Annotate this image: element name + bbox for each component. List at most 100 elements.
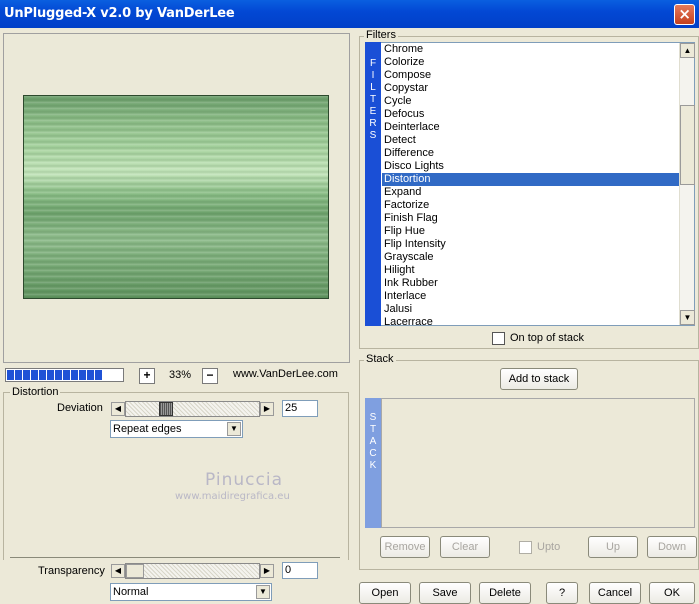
banner-letter: T bbox=[369, 424, 377, 435]
transparency-right-arrow-icon[interactable]: ▶ bbox=[260, 564, 274, 578]
add-to-stack-button[interactable]: Add to stack bbox=[500, 368, 578, 390]
banner-letter: I bbox=[371, 70, 375, 81]
deviation-input[interactable]: 25 bbox=[282, 400, 318, 417]
stack-group-label: Stack bbox=[364, 353, 396, 365]
zoom-in-button[interactable]: + bbox=[139, 368, 155, 384]
filter-item[interactable]: Chrome bbox=[382, 43, 679, 56]
deviation-slider-thumb[interactable] bbox=[159, 402, 173, 416]
distortion-group bbox=[3, 392, 349, 560]
filter-item[interactable]: Flip Intensity bbox=[382, 238, 679, 251]
filter-scrollbar[interactable]: ▲ ▼ bbox=[679, 43, 695, 325]
progress-segment bbox=[71, 370, 78, 380]
clear-button[interactable]: Clear bbox=[440, 536, 490, 558]
watermark-name: Pinuccia bbox=[205, 470, 283, 490]
filter-item[interactable]: Copystar bbox=[382, 82, 679, 95]
help-button[interactable]: ? bbox=[546, 582, 578, 604]
upto-checkbox[interactable] bbox=[519, 541, 532, 554]
transparency-label: Transparency bbox=[38, 565, 105, 577]
scroll-down-icon[interactable]: ▼ bbox=[680, 310, 695, 325]
stack-list[interactable] bbox=[381, 398, 695, 528]
deviation-label: Deviation bbox=[57, 402, 103, 414]
down-button[interactable]: Down bbox=[647, 536, 697, 558]
filter-item[interactable]: Factorize bbox=[382, 199, 679, 212]
filter-item[interactable]: Finish Flag bbox=[382, 212, 679, 225]
delete-button[interactable]: Delete bbox=[479, 582, 531, 604]
filters-group-label: Filters bbox=[364, 29, 398, 41]
progress-segment bbox=[31, 370, 38, 380]
filter-item[interactable]: Compose bbox=[382, 69, 679, 82]
banner-letter: F bbox=[369, 58, 377, 69]
up-button[interactable]: Up bbox=[588, 536, 638, 558]
progress-segment bbox=[95, 370, 102, 380]
on-top-checkbox[interactable] bbox=[492, 332, 505, 345]
filter-list[interactable]: Chrome Colorize Compose Copystar Cycle Defocu… bbox=[382, 43, 679, 329]
banner-letter: R bbox=[369, 118, 377, 129]
filter-item[interactable]: Deinterlace bbox=[382, 121, 679, 134]
filters-banner: FILTERS bbox=[365, 42, 381, 326]
transparency-input[interactable]: 0 bbox=[282, 562, 318, 579]
progress-segment bbox=[47, 370, 54, 380]
progress-segment bbox=[63, 370, 70, 380]
filter-item[interactable]: Ink Rubber bbox=[382, 277, 679, 290]
save-button[interactable]: Save bbox=[419, 582, 471, 604]
filter-item[interactable]: Difference bbox=[382, 147, 679, 160]
filter-item[interactable]: Colorize bbox=[382, 56, 679, 69]
banner-letter: C bbox=[369, 448, 377, 459]
filter-item[interactable]: Detect bbox=[382, 134, 679, 147]
edge-mode-value: Repeat edges bbox=[113, 423, 182, 435]
progress-segment bbox=[39, 370, 46, 380]
transparency-left-arrow-icon[interactable]: ◀ bbox=[111, 564, 125, 578]
blend-mode-value: Normal bbox=[113, 586, 149, 598]
filter-item[interactable]: Expand bbox=[382, 186, 679, 199]
stack-banner: STACK bbox=[365, 398, 381, 528]
banner-letter: S bbox=[369, 130, 377, 141]
on-top-label: On top of stack bbox=[510, 332, 584, 344]
close-button[interactable]: × bbox=[674, 4, 695, 25]
progress-segment bbox=[87, 370, 94, 380]
scroll-up-icon[interactable]: ▲ bbox=[680, 43, 695, 58]
filter-item[interactable]: Flip Hue bbox=[382, 225, 679, 238]
upto-label: Upto bbox=[537, 541, 561, 553]
chevron-down-icon[interactable]: ▼ bbox=[256, 585, 270, 599]
progress-segment bbox=[23, 370, 30, 380]
progress-segment bbox=[15, 370, 22, 380]
remove-button[interactable]: Remove bbox=[380, 536, 430, 558]
transparency-slider[interactable] bbox=[125, 563, 260, 579]
title-bar: UnPlugged-X v2.0 by VanDerLee × bbox=[0, 0, 699, 28]
filter-item[interactable]: Interlace bbox=[382, 290, 679, 303]
progress-segment bbox=[79, 370, 86, 380]
deviation-right-arrow-icon[interactable]: ▶ bbox=[260, 402, 274, 416]
cancel-button[interactable]: Cancel bbox=[589, 582, 641, 604]
filter-item[interactable]: Defocus bbox=[382, 108, 679, 121]
zoom-level: 33% bbox=[168, 369, 192, 381]
banner-letter: L bbox=[370, 82, 376, 93]
banner-letter: A bbox=[369, 436, 377, 447]
banner-letter: K bbox=[369, 460, 377, 471]
filter-item[interactable]: Cycle bbox=[382, 95, 679, 108]
banner-letter: T bbox=[369, 94, 377, 105]
zoom-out-button[interactable]: − bbox=[202, 368, 218, 384]
filter-item[interactable]: Jalusi bbox=[382, 303, 679, 316]
filter-item[interactable]: Lacerrace bbox=[382, 316, 679, 329]
deviation-left-arrow-icon[interactable]: ◀ bbox=[111, 402, 125, 416]
chevron-down-icon[interactable]: ▼ bbox=[227, 422, 241, 436]
ok-button[interactable]: OK bbox=[649, 582, 695, 604]
preview-panel bbox=[3, 33, 350, 363]
transparency-slider-thumb[interactable] bbox=[126, 564, 144, 578]
banner-letter: E bbox=[369, 106, 377, 117]
edge-mode-select[interactable]: Repeat edges ▼ bbox=[110, 420, 243, 438]
scroll-thumb[interactable] bbox=[680, 105, 695, 185]
filter-item[interactable]: Hilight bbox=[382, 264, 679, 277]
window-title: UnPlugged-X v2.0 by VanDerLee bbox=[4, 6, 235, 21]
divider bbox=[10, 557, 340, 558]
progress-bar bbox=[5, 368, 124, 382]
filter-item[interactable]: Disco Lights bbox=[382, 160, 679, 173]
preview-image[interactable] bbox=[23, 95, 329, 299]
filter-item[interactable]: Distortion bbox=[382, 173, 679, 186]
filter-item[interactable]: Grayscale bbox=[382, 251, 679, 264]
deviation-slider[interactable] bbox=[125, 401, 260, 417]
blend-mode-select[interactable]: Normal ▼ bbox=[110, 583, 272, 601]
open-button[interactable]: Open bbox=[359, 582, 411, 604]
distortion-group-label: Distortion bbox=[10, 386, 61, 398]
vanderlee-link[interactable]: www.VanDerLee.com bbox=[233, 368, 338, 380]
